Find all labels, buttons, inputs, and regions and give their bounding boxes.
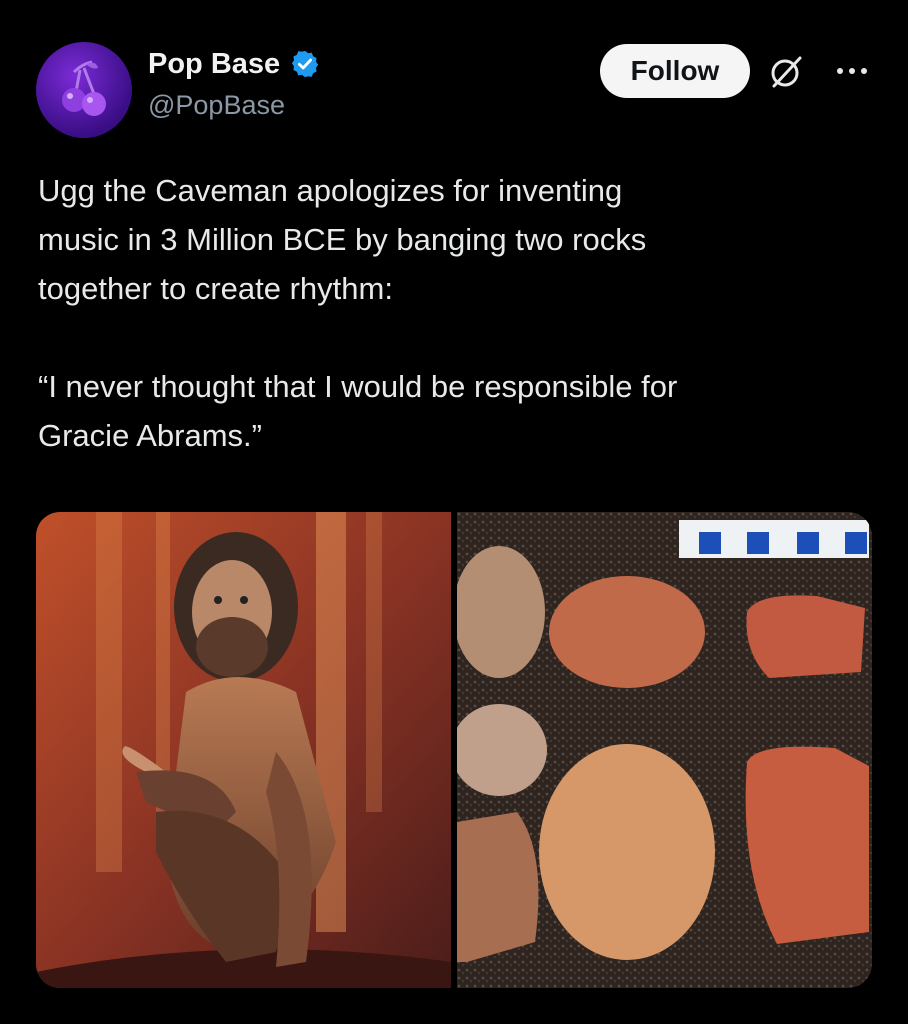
rocks-photo[interactable] [457, 512, 872, 988]
verified-badge-icon [292, 50, 319, 78]
tweet-text: Ugg the Caveman apologizes for inventing… [38, 173, 678, 453]
tweet-header: Pop Base @PopBase Follow [36, 40, 872, 140]
cherry-logo-icon [62, 60, 106, 116]
media-grid[interactable] [36, 512, 872, 988]
caveman-photo[interactable] [36, 512, 451, 988]
display-name[interactable]: Pop Base [148, 48, 280, 81]
handle[interactable]: @PopBase [148, 90, 320, 121]
author-info: Pop Base @PopBase [148, 44, 320, 121]
avatar[interactable] [36, 42, 132, 138]
more-options-icon[interactable] [832, 56, 872, 86]
grok-icon[interactable] [768, 54, 804, 90]
follow-button[interactable]: Follow [600, 44, 750, 98]
